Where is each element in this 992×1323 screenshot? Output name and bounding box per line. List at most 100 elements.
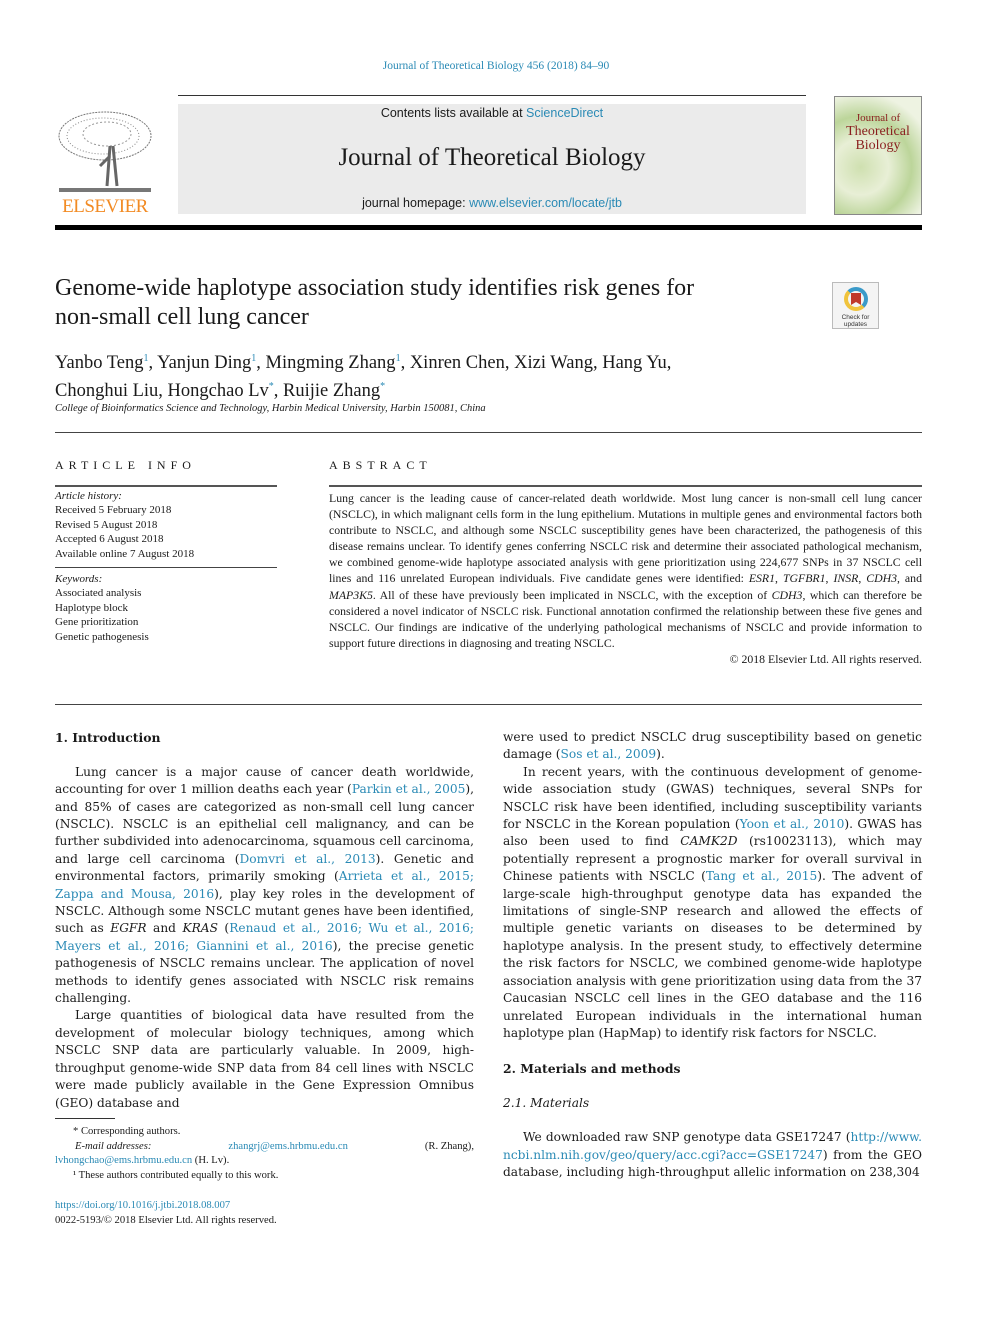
affiliation: College of Bioinformatics Science and Te… [55, 403, 486, 414]
citation-link[interactable]: Sos et al., 2009 [561, 747, 657, 761]
check-for-updates-button[interactable]: Check for updates [832, 282, 879, 329]
cover-line-2: Theoretical [846, 124, 910, 139]
footnote-rule [55, 1118, 115, 1119]
author[interactable]: Hongchao Lv* [168, 381, 274, 401]
author-footnote-mark[interactable]: 1 [251, 353, 256, 364]
gene-name: EGFR [110, 921, 147, 936]
homepage-line: journal homepage: www.elsevier.com/locat… [178, 196, 806, 210]
author-list: Yanbo Teng1, Yanjun Ding1, Mingming Zhan… [55, 353, 672, 401]
email-link[interactable]: zhangrj@ems.hrbmu.edu.cn [228, 1140, 348, 1155]
cover-line-3: Biology [855, 138, 901, 153]
doi-block: https://doi.org/10.1016/j.jtbi.2018.08.0… [55, 1198, 277, 1228]
right-paragraph-continued: were used to predict NSCLC drug suscepti… [503, 730, 922, 762]
elsevier-tree-icon [58, 111, 152, 192]
header-top-rule [178, 95, 806, 96]
author[interactable]: Xinren Chen [410, 353, 505, 373]
elsevier-logo[interactable]: ELSEVIER [55, 106, 155, 218]
author[interactable]: Hang Yu [602, 353, 667, 373]
intro-paragraph-3: In recent years, with the continuous dev… [503, 764, 923, 1040]
corresponding-author-mark[interactable]: * [269, 381, 274, 392]
gene-name: CAMK2D [680, 834, 738, 849]
elsevier-wordmark: ELSEVIER [62, 196, 148, 217]
keyword: Haplotype block [55, 601, 129, 614]
author[interactable]: Yanbo Teng1 [55, 353, 148, 373]
history-accepted: Accepted 6 August 2018 [55, 533, 164, 546]
author[interactable]: Ruijie Zhang* [283, 381, 385, 401]
author-name[interactable]: Ruijie Zhang [283, 381, 380, 401]
abstract-copyright: © 2018 Elsevier Ltd. All rights reserved… [729, 651, 922, 666]
title-line-2: non-small cell lung cancer [55, 304, 309, 330]
materials-subheading: 2.1. Materials [503, 1095, 590, 1110]
abstract-rule [329, 485, 922, 487]
introduction-heading: 1. Introduction [55, 730, 161, 745]
email-owner: (H. Lv). [192, 1155, 230, 1167]
gene-name: CDH3 [866, 571, 898, 586]
author-name[interactable]: Mingming Zhang [266, 353, 396, 373]
author[interactable]: Mingming Zhang1 [266, 353, 401, 373]
doi-link[interactable]: https://doi.org/10.1016/j.jtbi.2018.08.0… [55, 1200, 230, 1211]
running-head-citation[interactable]: Journal of Theoretical Biology 456 (2018… [0, 60, 992, 72]
gene-name: TGFBR1 [782, 571, 826, 586]
corresponding-footnote: * Corresponding authors. [73, 1126, 181, 1137]
citation-link[interactable]: Domvri et al., 2013 [240, 852, 376, 866]
homepage-prefix: journal homepage: [362, 196, 470, 210]
crossmark-line-2: updates [843, 321, 868, 328]
issn-copyright: 0022-5193/© 2018 Elsevier Ltd. All right… [55, 1215, 277, 1226]
history-revised: Revised 5 August 2018 [55, 518, 158, 531]
author-name[interactable]: Hongchao Lv [168, 381, 269, 401]
right-column: were used to predict NSCLC drug suscepti… [503, 729, 922, 1182]
crossmark-line-1: Check for [841, 314, 870, 321]
author[interactable]: Yanjun Ding1 [157, 353, 256, 373]
author-name[interactable]: Yanbo Teng [55, 353, 143, 373]
article-info-rule [55, 485, 277, 487]
keyword: Gene prioritization [55, 616, 139, 629]
journal-cover-thumbnail[interactable]: Journal of Theoretical Biology [834, 96, 922, 215]
sciencedirect-link[interactable]: ScienceDirect [526, 106, 603, 120]
left-column: 1. Introduction Lung cancer is a major c… [55, 729, 474, 1112]
corresponding-author-mark[interactable]: * [380, 381, 385, 392]
front-matter-rule [55, 432, 922, 433]
gene-name: INSR [833, 571, 859, 586]
author[interactable]: Xizi Wang [514, 353, 593, 373]
article-history: Article history: Received 5 February 201… [55, 489, 277, 561]
title-line-1: Genome-wide haplotype association study … [55, 275, 695, 301]
email-owner: (R. Zhang), [424, 1140, 474, 1152]
keywords: Keywords: Associated analysis Haplotype … [55, 572, 277, 644]
article-title: Genome-wide haplotype association study … [55, 274, 795, 332]
footnotes: * Corresponding authors. E-mail addresse… [55, 1125, 474, 1183]
keyword: Associated analysis [55, 587, 142, 600]
author-footnote-mark[interactable]: 1 [143, 353, 148, 364]
intro-paragraph-2: Large quantities of biological data have… [55, 1008, 474, 1110]
citation-link[interactable]: Parkin et al., 2005 [352, 782, 466, 796]
crossmark-label: Check for updates [833, 314, 878, 328]
gene-name: MAP3K5 [329, 587, 373, 602]
email-line: E-mail addresses: zhangrj@ems.hrbmu.edu.… [55, 1140, 474, 1155]
cover-line-1: Journal of [855, 112, 901, 124]
keywords-rule [55, 567, 277, 568]
email-label: E-mail addresses: [75, 1140, 152, 1152]
abstract-body: Lung cancer is the leading cause of canc… [329, 491, 923, 666]
author[interactable]: Chonghui Liu [55, 381, 158, 401]
header-thick-rule [55, 225, 922, 230]
article-info-heading: ARTICLE INFO [55, 458, 196, 472]
citation-link[interactable]: Tang et al., 2015 [706, 869, 817, 883]
citation-link[interactable]: Yoon et al., 2010 [740, 817, 845, 831]
homepage-link[interactable]: www.elsevier.com/locate/jtb [469, 196, 622, 210]
author-name[interactable]: Yanjun Ding [157, 353, 251, 373]
abstract-bottom-rule [55, 704, 922, 705]
email-link[interactable]: lvhongchao@ems.hrbmu.edu.cn [55, 1155, 192, 1166]
history-received: Received 5 February 2018 [55, 504, 172, 517]
history-online: Available online 7 August 2018 [55, 547, 195, 560]
methods-heading: 2. Materials and methods [503, 1060, 681, 1076]
email-line-2: lvhongchao@ems.hrbmu.edu.cn (H. Lv). [55, 1154, 474, 1169]
abstract-heading: ABSTRACT [329, 458, 432, 472]
contents-line: Contents lists available at ScienceDirec… [178, 106, 806, 120]
contents-prefix: Contents lists available at [380, 106, 527, 120]
gene-name: ESR1 [748, 571, 776, 586]
keyword: Genetic pathogenesis [55, 630, 149, 643]
intro-paragraph-1: Lung cancer is a major cause of cancer d… [55, 764, 474, 1006]
author-footnote-mark[interactable]: 1 [396, 353, 401, 364]
keywords-label: Keywords: [55, 573, 103, 585]
gene-name: KRAS [182, 921, 218, 936]
abstract-text: . All of these have previously been impl… [372, 587, 772, 602]
